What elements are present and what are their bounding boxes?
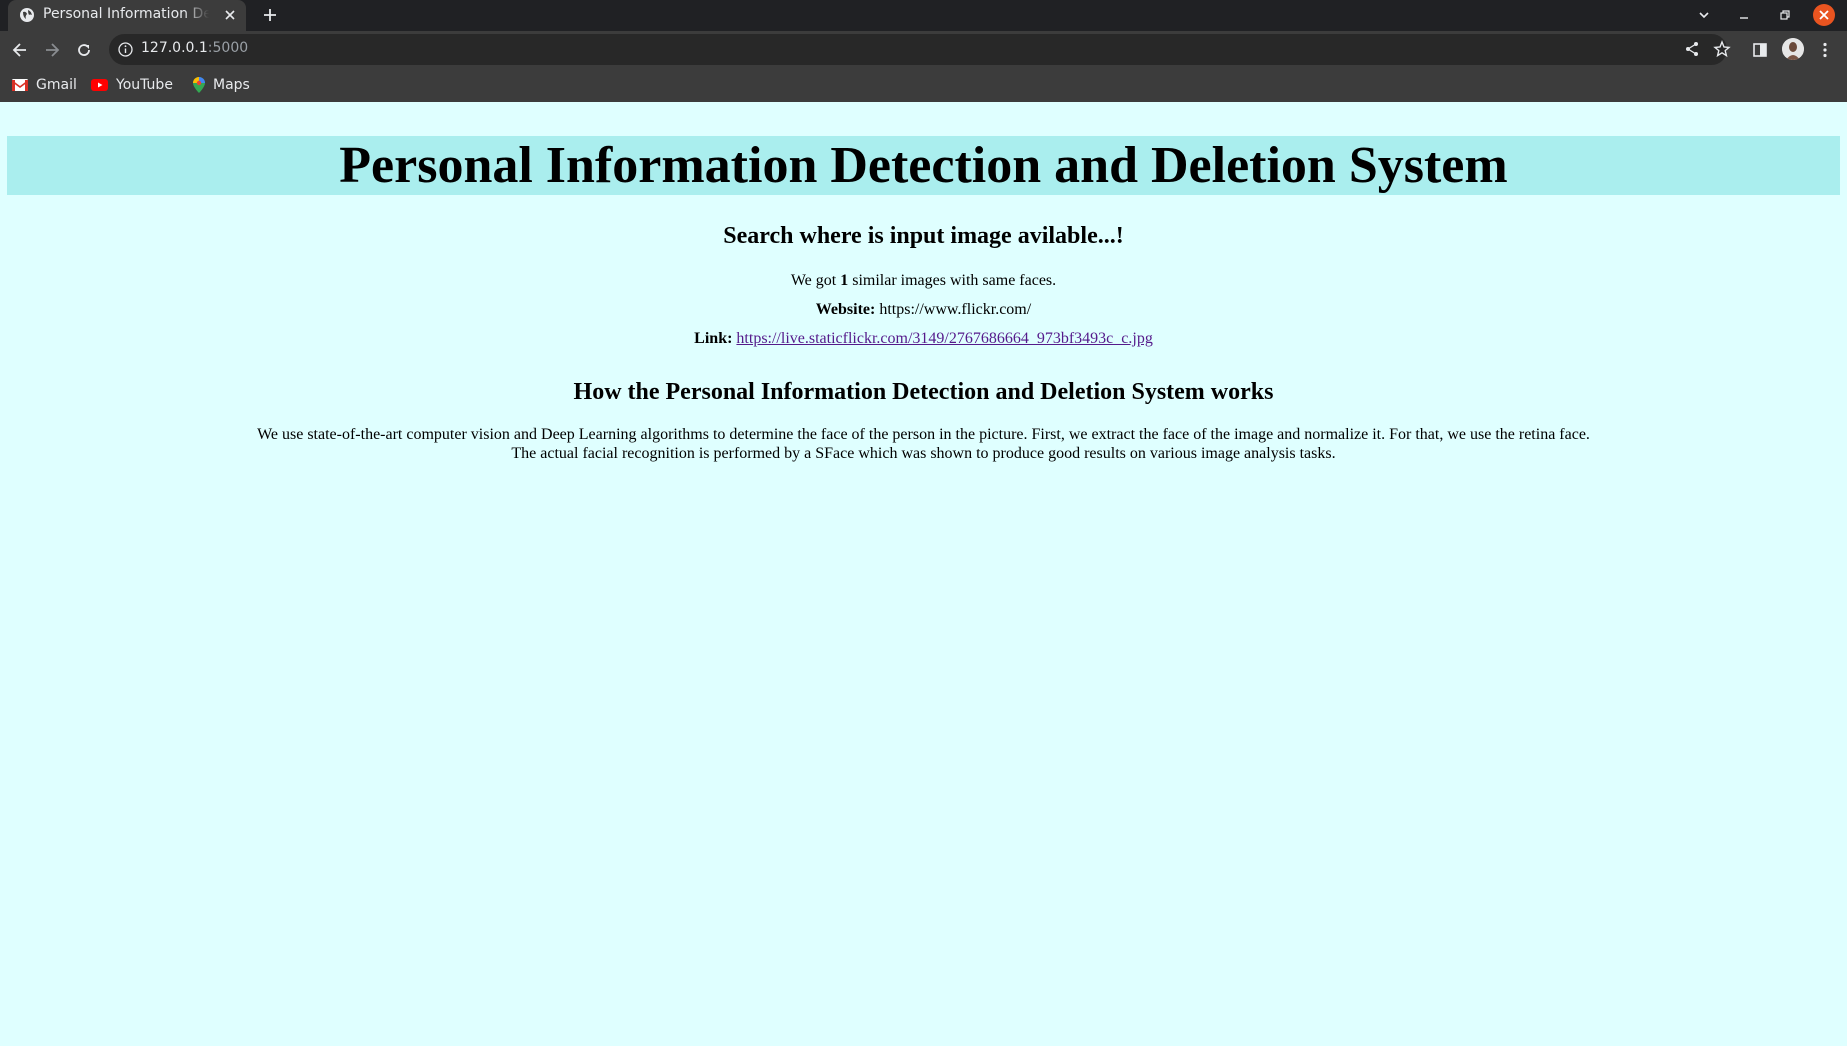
youtube-icon	[91, 79, 108, 91]
link-label: Link:	[694, 330, 733, 347]
result-count: 1	[840, 272, 849, 289]
close-icon[interactable]	[222, 7, 238, 23]
bookmark-youtube[interactable]: YouTube	[91, 74, 173, 96]
tab-title: Personal Information Detection and Delet…	[43, 6, 209, 22]
tab-strip: Personal Information Detection and Delet…	[0, 0, 1847, 31]
restore-icon[interactable]	[1774, 5, 1794, 25]
new-tab-icon[interactable]	[260, 5, 280, 25]
gmail-icon	[12, 79, 28, 91]
header-band: Personal Information Detection and Delet…	[7, 136, 1840, 195]
maps-pin-icon	[193, 77, 205, 93]
search-heading: Search where is input image avilable...!	[723, 223, 1124, 249]
description: We use state-of-the-art computer vision …	[0, 425, 1847, 463]
description-line-1: We use state-of-the-art computer vision …	[257, 426, 1590, 443]
result-prefix: We got	[790, 272, 837, 289]
page-title: Personal Information Detection and Delet…	[339, 137, 1508, 194]
url-text: 127.0.0.1:5000	[141, 40, 248, 56]
bookmark-label: Gmail	[36, 77, 77, 93]
description-line-2: The actual facial recognition is perform…	[511, 445, 1336, 462]
bookmark-star-icon[interactable]	[1712, 39, 1732, 59]
address-bar[interactable]: 127.0.0.1:5000	[109, 34, 1731, 65]
website-line: Website: https://www.flickr.com/	[0, 301, 1847, 319]
share-icon[interactable]	[1682, 39, 1702, 59]
browser-toolbar: 127.0.0.1:5000	[0, 31, 1847, 68]
link-line: Link: https://live.staticflickr.com/3149…	[0, 330, 1847, 348]
url-host: 127.0.0.1	[141, 40, 208, 56]
result-suffix: similar images with same faces.	[852, 272, 1057, 289]
tab-search-icon[interactable]	[1694, 5, 1714, 25]
website-label: Website:	[815, 301, 876, 318]
browser-tab[interactable]: Personal Information Detection and Delet…	[8, 0, 246, 31]
page-content: Personal Information Detection and Delet…	[0, 102, 1847, 1046]
website-value: https://www.flickr.com/	[879, 301, 1032, 318]
bookmark-gmail[interactable]: Gmail	[12, 74, 77, 96]
side-panel-icon[interactable]	[1750, 40, 1770, 60]
bookmark-maps[interactable]: Maps	[193, 74, 250, 96]
result-image-link[interactable]: https://live.staticflickr.com/3149/27676…	[736, 330, 1152, 347]
minimize-icon[interactable]	[1734, 5, 1754, 25]
close-icon	[1819, 10, 1829, 20]
bookmark-label: Maps	[213, 77, 250, 93]
result-count-line: We got 1 similar images with same faces.	[0, 272, 1847, 290]
profile-avatar[interactable]	[1782, 38, 1804, 60]
back-arrow-icon[interactable]	[10, 40, 30, 60]
bookmarks-bar: Gmail YouTube Maps	[0, 68, 1847, 102]
url-port: :5000	[207, 40, 249, 56]
bookmark-label: YouTube	[116, 77, 173, 93]
forward-arrow-icon[interactable]	[42, 40, 62, 60]
more-menu-icon[interactable]	[1815, 40, 1835, 60]
globe-icon	[20, 8, 34, 22]
how-it-works-heading: How the Personal Information Detection a…	[573, 379, 1274, 405]
info-icon[interactable]	[117, 41, 134, 58]
browser-chrome: Personal Information Detection and Delet…	[0, 0, 1847, 102]
reload-icon[interactable]	[74, 40, 94, 60]
avatar-icon	[1782, 38, 1804, 60]
window-close-button[interactable]	[1813, 4, 1835, 26]
